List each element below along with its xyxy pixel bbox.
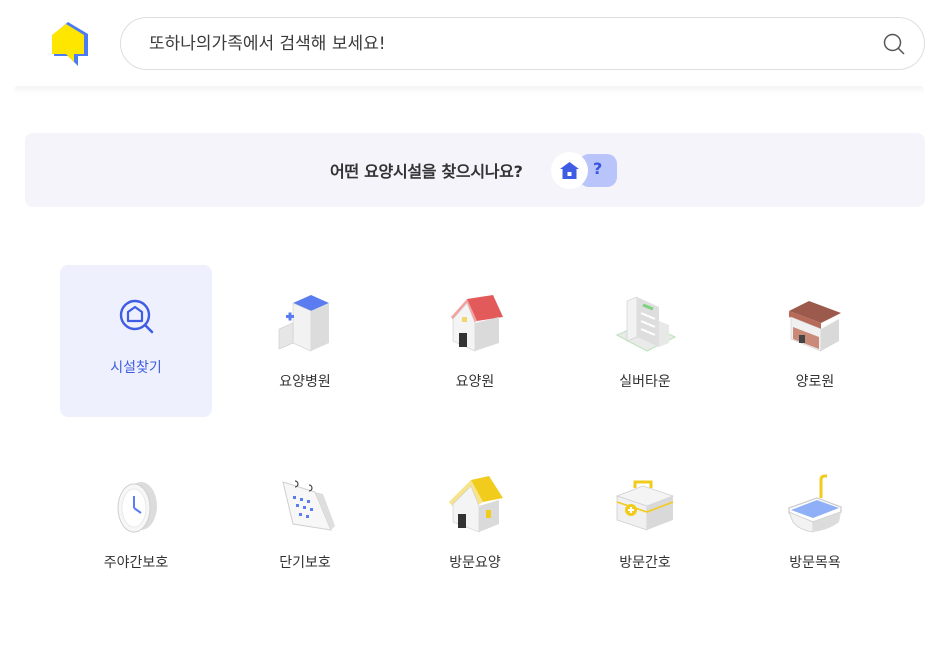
- nursing-home-icon: [451, 295, 503, 352]
- short-term-care-icon: [282, 480, 335, 531]
- category-label: 양로원: [795, 374, 835, 390]
- category-visiting-care[interactable]: 방문요양: [399, 446, 551, 598]
- help-mark: ?: [593, 159, 603, 178]
- category-label: 단기보호: [279, 555, 331, 571]
- search-icon[interactable]: [882, 32, 906, 56]
- category-silver-town[interactable]: 실버타운: [569, 265, 721, 417]
- category-label: 요양병원: [279, 374, 331, 390]
- category-label: 방문요양: [449, 555, 501, 571]
- banner-question: 어떤 요양시설을 찾으시나요?: [330, 162, 523, 181]
- search-input[interactable]: [149, 18, 849, 69]
- visiting-nursing-icon: [615, 480, 675, 531]
- category-label: 방문목욕: [789, 555, 841, 571]
- facility-search-icon: [119, 299, 154, 334]
- elderly-home-icon: [789, 301, 841, 352]
- home-icon: [560, 162, 579, 179]
- category-label: 방문간호: [619, 555, 671, 571]
- search-bar[interactable]: [120, 17, 925, 70]
- category-nursing-home[interactable]: 요양원: [399, 265, 551, 417]
- silver-town-icon: [615, 296, 677, 352]
- category-facility-search[interactable]: 시설찾기: [60, 265, 212, 417]
- header-divider: [14, 86, 924, 94]
- category-elderly-home[interactable]: 양로원: [739, 265, 891, 417]
- header: [0, 0, 938, 92]
- category-label: 요양원: [455, 374, 495, 390]
- home-badge: [551, 152, 588, 189]
- category-label: 시설찾기: [110, 360, 162, 376]
- category-label: 주야간보호: [103, 555, 169, 571]
- category-visiting-nursing[interactable]: 방문간호: [569, 446, 721, 598]
- category-nursing-hospital[interactable]: 요양병원: [229, 265, 381, 417]
- visiting-care-icon: [449, 476, 503, 533]
- category-short-term-care[interactable]: 단기보호: [229, 446, 381, 598]
- category-day-night-care[interactable]: 주야간보호: [60, 446, 212, 598]
- nursing-hospital-icon: [278, 295, 329, 352]
- facility-question-banner[interactable]: 어떤 요양시설을 찾으시나요? ?: [25, 133, 925, 207]
- banner-badge[interactable]: ?: [551, 152, 619, 189]
- category-visiting-bath[interactable]: 방문목욕: [739, 446, 891, 598]
- visiting-bath-icon: [788, 474, 842, 533]
- day-night-care-icon: [117, 482, 157, 533]
- logo-icon[interactable]: [48, 20, 92, 68]
- category-label: 실버타운: [619, 374, 671, 390]
